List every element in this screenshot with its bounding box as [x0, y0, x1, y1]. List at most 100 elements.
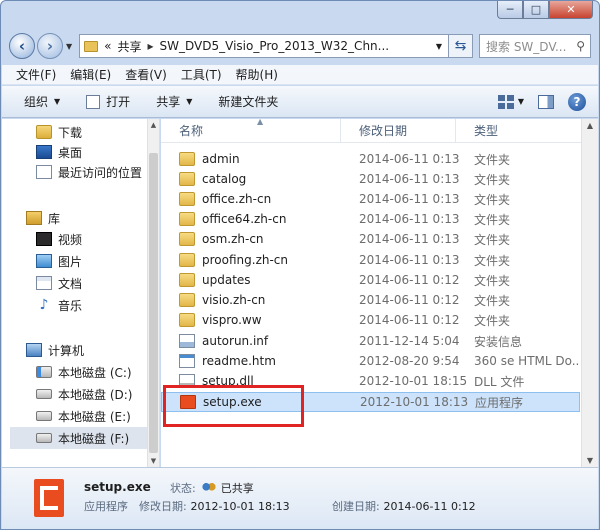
organize-button[interactable]: 组织 ▼: [24, 93, 60, 110]
file-list-scrollbar[interactable]: ▲ ▼: [581, 119, 598, 467]
new-folder-button[interactable]: 新建文件夹: [218, 93, 278, 110]
scroll-up-icon[interactable]: ▲: [148, 121, 159, 129]
view-options-icon[interactable]: [497, 94, 514, 109]
file-name: office.zh-cn: [202, 192, 272, 206]
new-folder-label: 新建文件夹: [218, 95, 279, 109]
breadcrumb-share[interactable]: 共享: [118, 38, 142, 55]
scroll-down-icon[interactable]: ▼: [148, 457, 159, 465]
maximize-button[interactable]: □: [523, 1, 549, 19]
nav-item-pictures[interactable]: 图片: [36, 250, 181, 272]
menu-tools[interactable]: 工具(T): [181, 66, 222, 83]
nav-item-label: 库: [48, 211, 61, 226]
file-name: readme.htm: [202, 354, 276, 368]
folder-icon: [84, 40, 99, 52]
file-name: updates: [202, 273, 251, 287]
nav-item-drive-c[interactable]: 本地磁盘 (C:): [36, 361, 181, 383]
column-date-label: 修改日期: [359, 124, 408, 138]
nav-item-label: 本地磁盘 (D:): [58, 387, 133, 402]
file-row[interactable]: vispro.ww 2014-06-11 0:12 文件夹: [161, 310, 580, 330]
nav-item-videos[interactable]: 视频: [36, 228, 181, 250]
column-name[interactable]: 名称: [161, 119, 341, 142]
documents-icon: [36, 276, 52, 290]
column-date[interactable]: 修改日期: [341, 119, 456, 142]
file-date: 2012-08-20 9:54: [359, 354, 460, 368]
nav-item-music[interactable]: ♪ 音乐: [36, 294, 181, 316]
file-name: osm.zh-cn: [202, 232, 264, 246]
details-created: 创建日期: 2014-06-11 0:12: [332, 498, 476, 514]
nav-item-desktop[interactable]: 桌面: [36, 141, 181, 163]
menu-help[interactable]: 帮助(H): [236, 66, 278, 83]
search-input[interactable]: 搜索 SW_DV... ⚲: [479, 34, 591, 58]
details-pane: setup.exe 应用程序 状态: 已共享 修改日期: 2012-10-01 …: [2, 467, 598, 529]
share-button[interactable]: 共享 ▼: [156, 93, 192, 110]
folder-icon: [179, 192, 195, 206]
shared-users-icon: [201, 482, 216, 494]
column-type[interactable]: 类型: [456, 119, 598, 142]
file-date: 2014-06-11 0:13: [359, 232, 460, 246]
minimize-button[interactable]: ─: [497, 1, 523, 19]
menu-file[interactable]: 文件(F): [16, 66, 56, 83]
file-row[interactable]: office.zh-cn 2014-06-11 0:13 文件夹: [161, 189, 580, 209]
file-row[interactable]: osm.zh-cn 2014-06-11 0:13 文件夹: [161, 229, 580, 249]
nav-scrollbar[interactable]: ▲ ▼: [147, 119, 159, 467]
file-type: 文件夹: [474, 172, 511, 187]
menu-edit[interactable]: 编辑(E): [70, 66, 111, 83]
forward-button[interactable]: ›: [37, 33, 63, 59]
nav-scroll-thumb[interactable]: [149, 153, 158, 453]
nav-item-downloads[interactable]: 下载: [36, 121, 181, 143]
refresh-button[interactable]: ⇆: [449, 34, 473, 58]
back-button[interactable]: ‹: [9, 33, 35, 59]
recent-places-icon: [36, 165, 52, 179]
preview-pane-icon[interactable]: [538, 94, 554, 109]
scroll-down-icon[interactable]: ▼: [582, 456, 598, 465]
history-dropdown-icon[interactable]: ▼: [66, 42, 72, 51]
back-arrow-icon: ‹: [18, 37, 26, 55]
address-bar[interactable]: « 共享 ▸ SW_DVD5_Visio_Pro_2013_W32_Chn...…: [79, 34, 449, 58]
file-row[interactable]: readme.htm 2012-08-20 9:54 360 se HTML D…: [161, 351, 580, 371]
file-name: vispro.ww: [202, 313, 262, 327]
nav-item-documents[interactable]: 文档: [36, 272, 181, 294]
file-row[interactable]: office64.zh-cn 2014-06-11 0:13 文件夹: [161, 209, 580, 229]
file-row[interactable]: visio.zh-cn 2014-06-11 0:12 文件夹: [161, 290, 580, 310]
file-row[interactable]: catalog 2014-06-11 0:13 文件夹: [161, 169, 580, 189]
file-date: 2014-06-11 0:13: [359, 152, 460, 166]
details-file-name: setup.exe: [84, 480, 151, 494]
menu-bar: 文件(F) 编辑(E) 查看(V) 工具(T) 帮助(H): [2, 65, 598, 85]
chevron-down-icon: ▼: [186, 97, 193, 106]
details-modified: 修改日期: 2012-10-01 18:13: [139, 498, 290, 514]
folder-icon: [179, 212, 195, 226]
file-row[interactable]: proofing.zh-cn 2014-06-11 0:13 文件夹: [161, 250, 580, 270]
nav-item-drive-e[interactable]: 本地磁盘 (E:): [36, 405, 181, 427]
nav-item-drive-d[interactable]: 本地磁盘 (D:): [36, 383, 181, 405]
file-date: 2014-06-11 0:12: [359, 293, 460, 307]
file-row[interactable]: updates 2014-06-11 0:12 文件夹: [161, 270, 580, 290]
drive-icon: [36, 433, 52, 443]
overflow-chevron-icon[interactable]: «: [104, 39, 111, 53]
view-dropdown-icon[interactable]: ▼: [518, 97, 524, 106]
created-label: 创建日期:: [332, 500, 380, 513]
file-type: DLL 文件: [474, 374, 525, 389]
menu-view[interactable]: 查看(V): [125, 66, 167, 83]
breadcrumb-separator-icon[interactable]: ▸: [148, 39, 154, 53]
pictures-icon: [36, 254, 52, 268]
address-dropdown-icon[interactable]: ▼: [436, 42, 442, 51]
navigation-pane: 下载 桌面 最近访问的位置 库 视频 图片 文档 ♪ 音乐 计算机 本地磁盘 (…: [2, 119, 160, 467]
close-button[interactable]: ✕: [549, 1, 593, 19]
file-type: 文件夹: [474, 273, 511, 288]
help-icon[interactable]: ?: [568, 92, 586, 111]
search-icon[interactable]: ⚲: [576, 39, 585, 53]
file-row[interactable]: admin 2014-06-11 0:13 文件夹: [161, 149, 580, 169]
nav-item-drive-f[interactable]: 本地磁盘 (F:): [10, 427, 147, 449]
nav-item-recent-places[interactable]: 最近访问的位置: [36, 161, 181, 183]
scroll-up-icon[interactable]: ▲: [582, 121, 598, 130]
breadcrumb-current-folder[interactable]: SW_DVD5_Visio_Pro_2013_W32_Chn...: [160, 39, 390, 53]
open-button[interactable]: 打开: [86, 93, 130, 110]
file-type: 360 se HTML Do...: [474, 354, 580, 368]
file-type: 文件夹: [474, 152, 511, 167]
nav-item-label: 桌面: [58, 145, 83, 160]
folder-icon: [179, 152, 195, 166]
system-drive-icon: [36, 366, 52, 378]
toolbar-right: ▼ ?: [497, 92, 598, 111]
file-row[interactable]: autorun.inf 2011-12-14 5:04 安装信息: [161, 331, 580, 351]
folder-icon: [179, 172, 195, 186]
